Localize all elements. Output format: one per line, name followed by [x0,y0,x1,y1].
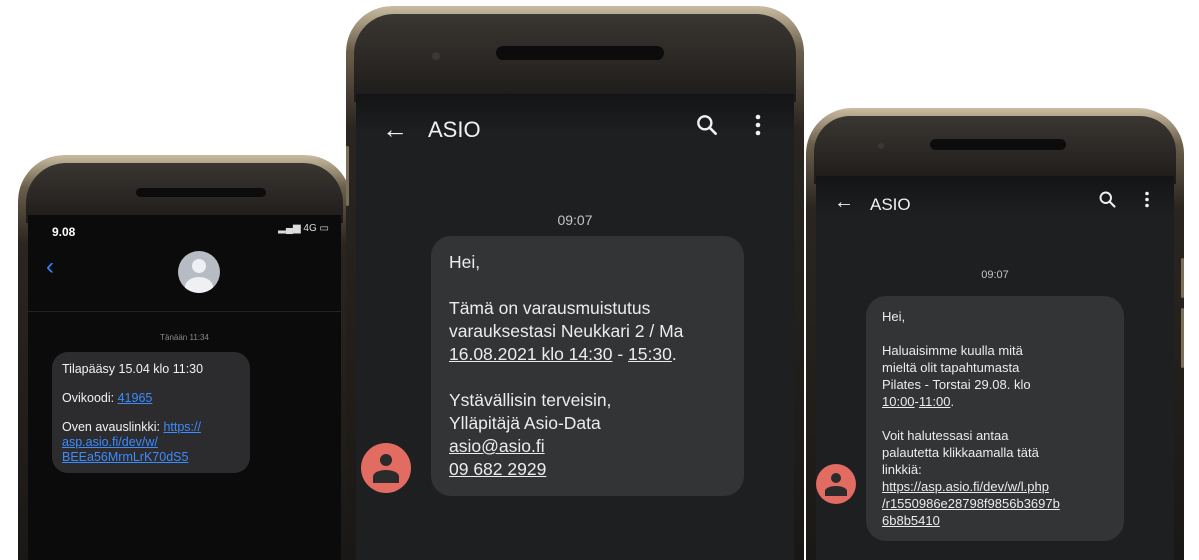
feedback-link[interactable]: /r1550986e28798f9856b3697b [882,495,1108,512]
period-text: . [671,344,677,364]
conversation-title: ASIO [870,195,911,214]
email-link[interactable]: asio@asio.fi [449,435,726,458]
period-text: . [950,394,955,409]
screen: ← ASIO 09:07 Hei, Haluaisimme kuulla mit… [816,176,1174,560]
message-paragraph: Ystävällisin terveisin, Ylläpitäjä Asio-… [449,389,726,481]
phone-center: ← ASIO 09:07 Hei, Tämä on varausmuistutu… [346,6,804,560]
speaker-grille [930,139,1066,150]
message-line: Tämä on varausmuistutus [449,298,651,318]
phone-top [26,163,343,223]
phone-link[interactable]: 09 682 2929 [449,458,726,481]
message-timestamp: 09:07 [557,212,593,228]
phone-top [354,14,796,102]
side-button [1181,308,1184,368]
message-line: mieltä olit tapahtumasta [882,360,1020,375]
message-line: Voit halutessasi antaa [882,428,1009,443]
door-open-link[interactable]: https:// [163,420,201,434]
message-paragraph: Haluaisimme kuulla mitä mieltä olit tapa… [882,342,1108,410]
status-time: 9.08 [52,225,76,239]
arrow-left-icon[interactable]: ← [834,191,854,214]
phone-right: ← ASIO 09:07 Hei, Haluaisimme kuulla mit… [806,108,1184,560]
status-bar: 9.08 ▂▄▆ 4G ▭ [28,223,341,245]
message-line: Tilapääsy 15.04 klo 11:30 [62,362,204,376]
message-line: Ylläpitäjä Asio-Data [449,413,601,433]
feedback-link[interactable]: 6b8b5410 [882,512,1108,529]
screen: ← ASIO 09:07 Hei, Tämä on varausmuistutu… [356,94,794,560]
chevron-left-icon[interactable]: ‹ [46,253,54,281]
conversation-title: ASIO [428,117,481,142]
search-icon[interactable] [694,112,720,143]
message-greeting: Hei, [882,309,906,324]
message-line: 16.08.2021 klo 14:30 - 15:30. [449,343,726,366]
message-line: Ystävällisin terveisin, [449,390,612,410]
link-label: Oven avauslinkki: [62,420,164,434]
message-bubble: Hei, Haluaisimme kuulla mitä mieltä olit… [866,296,1124,541]
camera-icon [432,52,440,60]
message-line: linkkiä: [882,462,922,477]
contact-avatar-icon[interactable] [178,251,220,293]
network-label: 4G [303,223,317,234]
app-bar: ← ASIO [816,176,1174,236]
search-icon[interactable] [1097,189,1118,215]
message-line: Haluaisimme kuulla mitä [882,343,1023,358]
separator-text: - [612,344,629,364]
message-line: 10:00-11:00. [882,393,1108,410]
more-vert-icon[interactable] [1144,189,1150,215]
contact-avatar-icon[interactable] [816,464,856,504]
message-paragraph: Tämä on varausmuistutus varauksestasi Ne… [449,297,726,366]
message-line: varauksestasi Neukkari 2 / Ma [449,321,684,341]
feedback-link[interactable]: https://asp.asio.fi/dev/w/l.php [882,478,1108,495]
message-timestamp: 09:07 [981,269,1009,281]
side-button [1181,258,1184,298]
door-open-link[interactable]: asp.asio.fi/dev/w/ [62,435,158,449]
message-bubble: Hei, Tämä on varausmuistutus varauksesta… [431,236,744,496]
message-greeting: Hei, [449,252,481,272]
message-paragraph: Voit halutessasi antaa palautetta klikka… [882,427,1108,529]
message-line: Ovikoodi: 41965 [62,391,240,406]
header-divider [28,311,341,312]
more-vert-icon[interactable] [754,112,762,144]
signal-battery-icon: ▂▄▆ 4G ▭ [278,223,329,234]
app-bar: ← ASIO [356,94,794,170]
code-label: Ovikoodi: [62,391,118,405]
side-button [346,146,349,206]
screen: 9.08 ▂▄▆ 4G ▭ ‹ Tänään 11:34 Tilapääsy 1… [28,215,341,560]
arrow-left-icon[interactable]: ← [382,114,408,145]
door-code-link[interactable]: 41965 [118,391,153,405]
time-link[interactable]: 10:00 [882,394,915,409]
door-open-link[interactable]: BEEa56MrmLrK70dS5 [62,450,188,464]
speaker-grille [496,46,664,60]
contact-avatar-icon[interactable] [361,443,411,493]
camera-icon [878,143,884,149]
phone-left: 9.08 ▂▄▆ 4G ▭ ‹ Tänään 11:34 Tilapääsy 1… [18,155,351,560]
message-bubble: Tilapääsy 15.04 klo 11:30 Ovikoodi: 4196… [52,352,250,473]
message-line: Pilates - Torstai 29.08. klo [882,377,1031,392]
phone-top [814,116,1176,184]
message-timestamp: Tänään 11:34 [160,333,209,342]
message-line: palautetta klikkaamalla tätä [882,445,1039,460]
speaker-grille [136,188,266,197]
time-link[interactable]: 15:30 [628,344,672,364]
date-link[interactable]: 16.08.2021 klo 14:30 [449,344,612,364]
time-link[interactable]: 11:00 [919,394,951,409]
message-line: Oven avauslinkki: https:// asp.asio.fi/de… [62,420,240,465]
